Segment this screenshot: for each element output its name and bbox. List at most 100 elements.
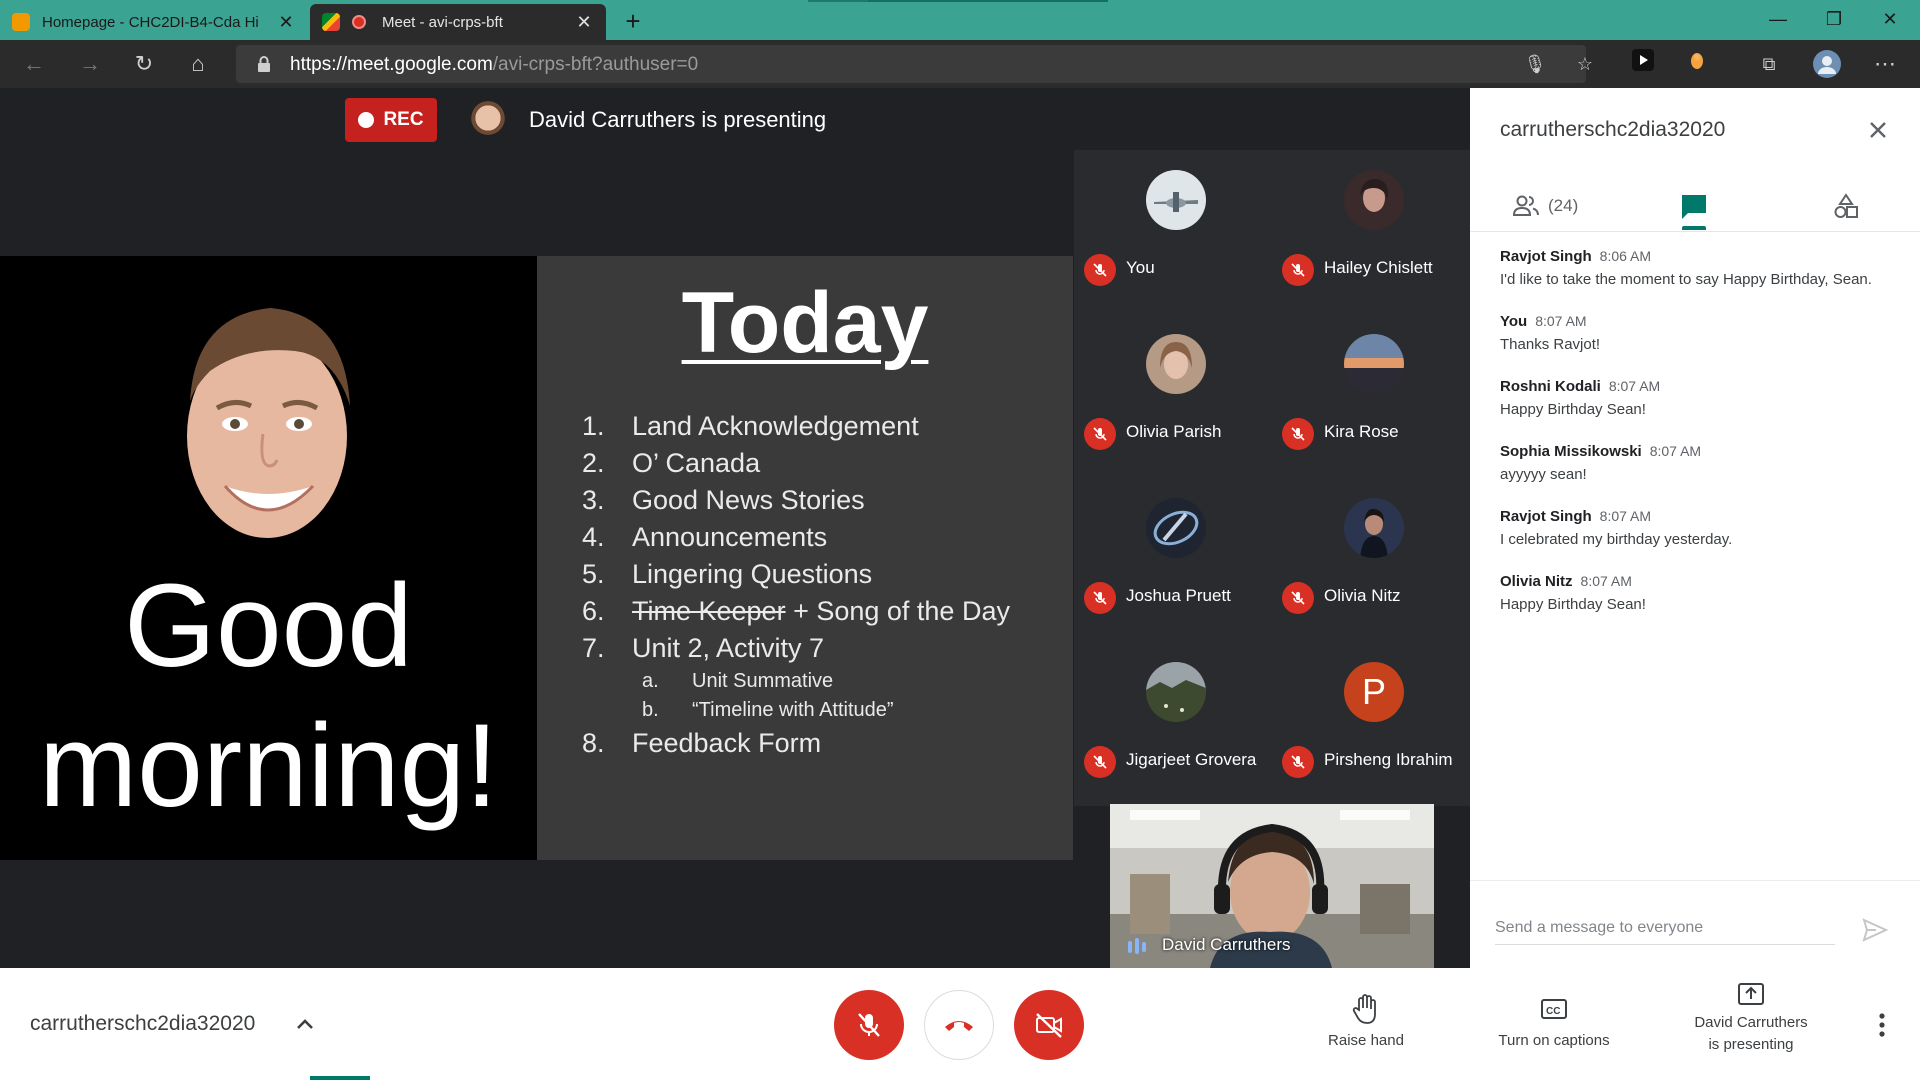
forward-icon[interactable]: → <box>74 48 106 80</box>
muted-mic-icon <box>1282 746 1314 778</box>
message-sender: Sophia Missikowski <box>1500 443 1642 460</box>
raise-hand-label: Raise hand <box>1328 1032 1404 1049</box>
recording-indicator-icon <box>352 15 366 29</box>
screen: Homepage - CHC2DI-B4-Cda Hi ✕ Meet - avi… <box>0 0 1920 1080</box>
extension-icon[interactable] <box>1682 49 1712 79</box>
minimize-icon[interactable]: — <box>1750 0 1806 40</box>
leave-call-button[interactable] <box>924 990 994 1060</box>
agenda-number: 2. <box>582 448 605 478</box>
face-cutout-image <box>187 308 350 538</box>
chat-message: You 8:07 AM Thanks Ravjot! <box>1500 313 1895 357</box>
participant-tile[interactable]: Jigarjeet Grovera <box>1074 642 1272 806</box>
participant-tile[interactable]: Kira Rose <box>1272 314 1470 478</box>
chat-message: Olivia Nitz 8:07 AM Happy Birthday Sean! <box>1500 573 1895 617</box>
message-text: Happy Birthday Sean! <box>1500 401 1646 418</box>
restore-icon[interactable]: ❐ <box>1806 0 1862 40</box>
more-options-icon[interactable] <box>1870 1010 1894 1040</box>
chat-message: Ravjot Singh 8:07 AM I celebrated my birt… <box>1500 508 1895 552</box>
participant-tile[interactable]: You <box>1074 150 1272 314</box>
message-time: 8:07 AM <box>1599 508 1652 524</box>
new-tab-button[interactable]: + <box>618 6 648 36</box>
participant-tile[interactable]: Olivia Nitz <box>1272 478 1470 642</box>
close-panel-icon[interactable] <box>1862 114 1894 146</box>
camera-toggle-button[interactable] <box>1014 990 1084 1060</box>
panel-tabs: (24) <box>1470 180 1920 232</box>
browser-toolbar: ← → ↻ ⌂ https://meet.google.com/avi-crps… <box>0 40 1920 88</box>
tab-people[interactable]: (24) <box>1512 180 1578 232</box>
participant-name: Jigarjeet Grovera <box>1126 750 1257 769</box>
chat-icon <box>1682 195 1706 219</box>
home-icon[interactable]: ⌂ <box>182 48 214 80</box>
agenda-number: 5. <box>582 559 605 589</box>
meeting-details-label[interactable]: carrutherschc2dia32020 <box>30 1012 255 1036</box>
people-icon <box>1512 195 1539 216</box>
agenda-number: 6. <box>582 596 605 626</box>
address-bar[interactable]: https://meet.google.com/avi-crps-bft?aut… <box>236 45 1586 83</box>
agenda-text: Lingering Questions <box>632 559 873 589</box>
agenda-text: Land Acknowledgement <box>632 411 919 441</box>
self-view-video[interactable]: David Carruthers <box>1110 804 1434 968</box>
agenda-text: Unit 2, Activity 7 <box>632 633 825 663</box>
agenda-number: 3. <box>582 485 605 515</box>
participant-name: Olivia Nitz <box>1324 586 1401 605</box>
back-icon[interactable]: ← <box>18 48 50 80</box>
favorites-add-icon[interactable]: ☆ <box>1570 49 1600 79</box>
tab-title: Meet - avi-crps-bft <box>382 13 503 31</box>
participant-tile[interactable]: Hailey Chislett <box>1272 150 1470 314</box>
extension-player-icon[interactable] <box>1628 49 1658 79</box>
message-time: 8:07 AM <box>1649 443 1702 459</box>
captions-button[interactable]: CC Turn on captions <box>1480 992 1628 1052</box>
tab-meet[interactable]: Meet - avi-crps-bft ✕ <box>310 4 606 40</box>
chat-compose <box>1470 880 1920 968</box>
tab-homepage[interactable]: Homepage - CHC2DI-B4-Cda Hi ✕ <box>0 4 308 40</box>
microphone-permission-icon[interactable]: 🎙 <box>1520 49 1550 79</box>
presenting-label: David Carruthers is presenting <box>529 107 827 132</box>
message-text: I'd like to take the moment to say Happy… <box>1500 271 1872 288</box>
message-sender: Olivia Nitz <box>1500 573 1573 590</box>
close-tab-icon[interactable]: ✕ <box>574 12 594 33</box>
browser-tab-bar: Homepage - CHC2DI-B4-Cda Hi ✕ Meet - avi… <box>0 0 1920 40</box>
more-menu-icon[interactable]: ⋯ <box>1870 49 1900 79</box>
chevron-up-icon[interactable] <box>293 1012 317 1036</box>
tab-activities[interactable] <box>1832 180 1860 232</box>
presenting-button[interactable]: David Carruthers is presenting <box>1676 982 1826 1056</box>
agenda-number: 4. <box>582 522 605 552</box>
participant-name: Kira Rose <box>1324 422 1399 441</box>
captions-icon: CC <box>1541 999 1567 1019</box>
chat-message-input[interactable] <box>1495 911 1835 945</box>
close-tab-icon[interactable]: ✕ <box>276 12 296 33</box>
message-time: 8:07 AM <box>1580 573 1632 589</box>
message-sender: Ravjot Singh <box>1500 248 1592 265</box>
participant-tile[interactable]: Joshua Pruett <box>1074 478 1272 642</box>
participant-tile[interactable]: Olivia Parish <box>1074 314 1272 478</box>
participant-grid: You Hailey Chislett Olivia Parish Kira R… <box>1074 150 1470 806</box>
send-icon[interactable] <box>1860 915 1890 945</box>
shared-slide: Good morning! Today 1. Land Acknowledgeme… <box>0 256 1073 860</box>
agenda-item: 1. Land Acknowledgement <box>582 408 1062 445</box>
muted-mic-icon <box>1084 418 1116 450</box>
sunset-avatar-icon <box>1344 334 1404 394</box>
tab-chat[interactable] <box>1680 180 1708 232</box>
rec-label: REC <box>383 109 424 130</box>
reload-icon[interactable]: ↻ <box>128 48 160 80</box>
chat-message: Sophia Missikowski 8:07 AM ayyyyy sean! <box>1500 443 1895 487</box>
muted-mic-icon <box>1282 254 1314 286</box>
participant-name: Hailey Chislett <box>1324 258 1433 277</box>
mic-toggle-button[interactable] <box>834 990 904 1060</box>
message-time: 8:07 AM <box>1535 313 1587 329</box>
collections-icon[interactable]: ⧉ <box>1754 49 1784 79</box>
mic-off-icon <box>858 1013 880 1037</box>
raise-hand-button[interactable]: Raise hand <box>1316 992 1416 1052</box>
agenda-item: 5. Lingering Questions <box>582 556 1062 593</box>
presenting-line-1: David Carruthers <box>1694 1014 1808 1031</box>
profile-avatar[interactable] <box>1812 49 1842 79</box>
muted-mic-icon <box>1282 582 1314 614</box>
audio-level-icon <box>1128 938 1146 954</box>
portrait-avatar-icon <box>1146 334 1206 394</box>
chat-message: Roshni Kodali 8:07 AM Happy Birthday Sean… <box>1500 378 1895 422</box>
muted-mic-icon <box>1084 746 1116 778</box>
participant-tile[interactable]: P Pirsheng Ibrahim <box>1272 642 1470 806</box>
hand-icon <box>1352 994 1376 1024</box>
tab-title: Homepage - CHC2DI-B4-Cda Hi <box>42 13 259 31</box>
close-window-icon[interactable]: ✕ <box>1862 0 1918 40</box>
